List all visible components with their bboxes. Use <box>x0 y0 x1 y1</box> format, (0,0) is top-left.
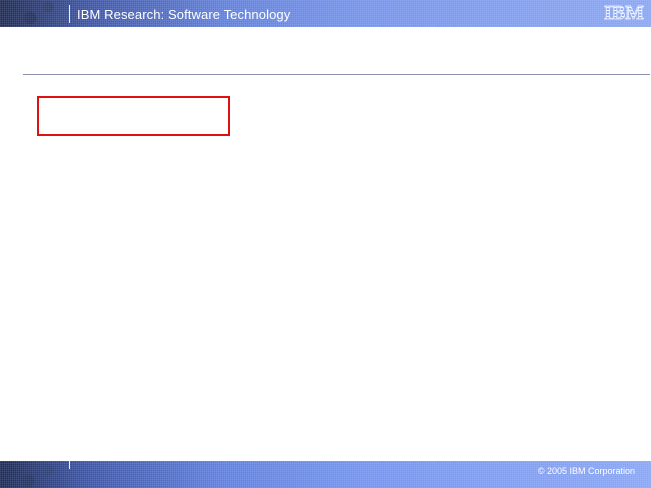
header-title: IBM Research: Software Technology <box>77 7 291 22</box>
footer-copyright: © 2005 IBM Corporation <box>537 466 635 476</box>
header-divider <box>69 5 70 23</box>
ibm-logo-icon: IBM <box>604 2 645 24</box>
title-rule <box>23 74 650 75</box>
empty-title-placeholder-box <box>37 96 230 136</box>
footer-divider <box>69 461 70 469</box>
